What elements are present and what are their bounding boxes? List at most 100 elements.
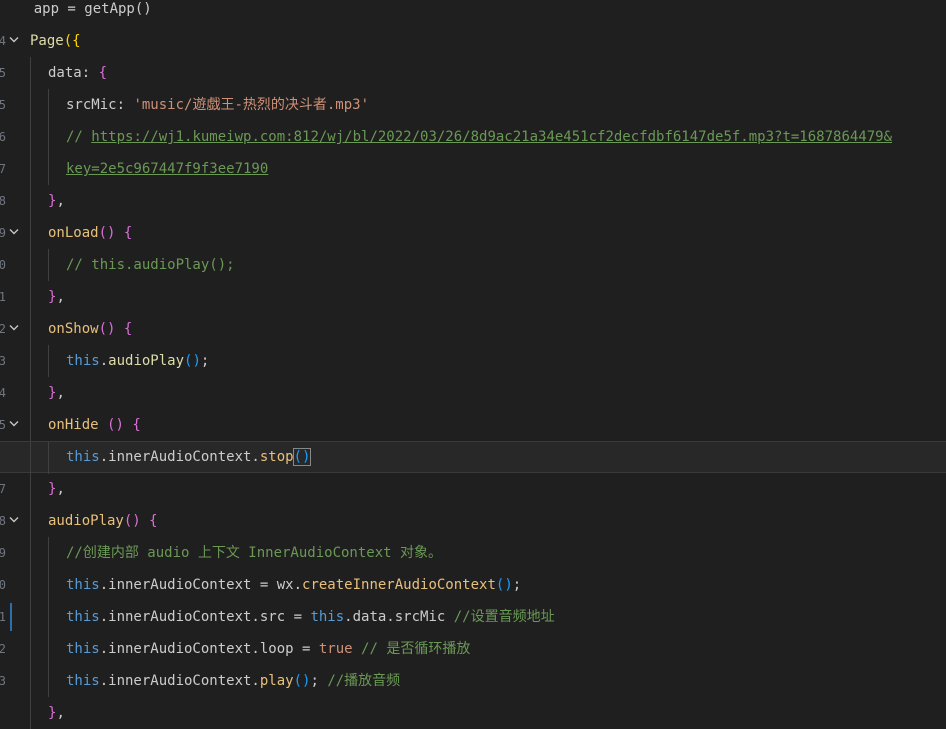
code-line-onload-body[interactable]: // this.audioPlay();: [0, 249, 946, 281]
code-token: ,: [56, 705, 65, 721]
code-token: {: [132, 417, 141, 433]
indent-guide: [48, 89, 49, 121]
indent-guide: [48, 537, 49, 569]
code-token: .: [99, 353, 109, 369]
code-text: onLoad() {: [48, 217, 132, 249]
code-line-page[interactable]: Page({: [0, 25, 946, 57]
code-token: onHide: [48, 417, 99, 433]
code-line-onload[interactable]: onLoad() {: [0, 217, 946, 249]
code-token: :: [116, 97, 134, 113]
code-token: (): [107, 417, 124, 433]
code-token: onShow: [48, 321, 99, 337]
code-line-onhide[interactable]: onHide () {: [0, 409, 946, 441]
code-token: //播放音频: [327, 673, 401, 689]
code-text: },: [48, 185, 65, 217]
code-token: createInnerAudioContext: [302, 577, 496, 593]
indent-guide: [30, 633, 31, 665]
code-line-comment[interactable]: //创建内部 audio 上下文 InnerAudioContext 对象。: [0, 537, 946, 569]
code-token: .innerAudioContext = wx.: [99, 577, 303, 593]
code-token: ;: [310, 673, 328, 689]
code-text: // https://wj1.kumeiwp.com:812/wj/bl/202…: [66, 121, 892, 153]
code-token: true: [318, 641, 353, 657]
code-line-data[interactable]: data: {: [0, 57, 946, 89]
code-text: // this.audioPlay();: [66, 249, 235, 281]
code-token: .innerAudioContext.: [99, 449, 260, 465]
code-token: this: [66, 641, 100, 657]
code-token: .innerAudioContext.src =: [99, 609, 311, 625]
code-token: this: [66, 609, 100, 625]
code-text: this.innerAudioContext.play(); //播放音频: [66, 665, 400, 697]
code-line-srcmic[interactable]: srcMic: 'music/遊戯王-热烈的决斗者.mp3': [0, 89, 946, 121]
indent-guide: [30, 442, 31, 474]
code-line-create[interactable]: this.innerAudioContext = wx.createInnerA…: [0, 569, 946, 601]
code-token: stop: [259, 449, 294, 465]
code-line-url1[interactable]: // https://wj1.kumeiwp.com:812/wj/bl/202…: [0, 121, 946, 153]
code-token: https://wj1.kumeiwp.com:812/wj/bl/2022/0…: [91, 129, 893, 145]
code-line-onshow-close[interactable]: },: [0, 377, 946, 409]
code-line-loop[interactable]: this.innerAudioContext.loop = true // 是否…: [0, 633, 946, 665]
code-token: {: [123, 321, 133, 337]
code-token: ({: [63, 33, 81, 49]
code-token: (): [495, 577, 513, 593]
code-token: onLoad: [48, 225, 99, 241]
code-token: .data.srcMic: [344, 609, 454, 625]
code-line-data-close[interactable]: },: [0, 185, 946, 217]
code-line-onhide-close[interactable]: },: [0, 473, 946, 505]
indent-guide: [48, 665, 49, 697]
indent-guide: [30, 697, 31, 729]
code-text: this.innerAudioContext.loop = true // 是否…: [66, 633, 470, 665]
indent-guide: [48, 121, 49, 153]
code-token: this: [310, 609, 345, 625]
indent-guide: [30, 249, 31, 281]
code-line-onshow[interactable]: onShow() {: [0, 313, 946, 345]
code-line-onshow-body[interactable]: this.audioPlay();: [0, 345, 946, 377]
code-token: //设置音频地址: [453, 609, 555, 625]
indent-guide: [48, 633, 49, 665]
code-line-src[interactable]: this.innerAudioContext.src = this.data.s…: [0, 601, 946, 633]
code-token: (): [123, 513, 141, 529]
code-text: key=2e5c967447f9f3ee7190: [66, 153, 268, 185]
code-token: (): [98, 321, 116, 337]
code-token: ,: [56, 193, 65, 209]
code-line-play[interactable]: this.innerAudioContext.play(); //播放音频: [0, 665, 946, 697]
code-token: //: [66, 129, 92, 145]
code-line-top[interactable]: app = getApp(): [0, 0, 946, 25]
indent-guide: [48, 345, 49, 377]
code-token: {: [123, 225, 133, 241]
code-text: this.innerAudioContext.stop(): [66, 442, 312, 472]
indent-guide: [48, 249, 49, 281]
code-text: this.audioPlay();: [66, 345, 209, 377]
code-line-onload-close[interactable]: },: [0, 281, 946, 313]
indent-guide: [30, 569, 31, 601]
code-token: this: [66, 449, 100, 465]
code-line-onhide-body[interactable]: this.innerAudioContext.stop(): [0, 441, 946, 474]
code-text: },: [48, 377, 65, 409]
code-token: // this.audioPlay();: [66, 257, 235, 273]
code-token: ,: [56, 289, 65, 305]
code-editor[interactable]: 455678901234567890123 app = getApp()Page…: [0, 0, 946, 729]
code-token: srcMic: [66, 97, 117, 113]
code-token: .innerAudioContext.loop =: [99, 641, 319, 657]
indent-guide: [30, 601, 31, 633]
indent-guide: [48, 569, 49, 601]
indent-guide: [30, 473, 31, 505]
indent-guide: [30, 217, 31, 249]
code-token: :: [81, 65, 99, 81]
indent-guide: [30, 377, 31, 409]
indent-guide: [48, 442, 49, 474]
indent-guide: [30, 153, 31, 185]
indent-guide: [30, 121, 31, 153]
code-text: },: [48, 473, 65, 505]
code-token: play: [259, 673, 294, 689]
code-text: app = getApp(): [0, 0, 152, 25]
code-line-audioplay-close[interactable]: },: [0, 697, 946, 729]
code-token: this: [66, 673, 100, 689]
code-line-audioplay[interactable]: audioPlay() {: [0, 505, 946, 537]
code-line-url2[interactable]: key=2e5c967447f9f3ee7190: [0, 153, 946, 185]
code-text: //创建内部 audio 上下文 InnerAudioContext 对象。: [66, 537, 442, 569]
code-text: },: [48, 697, 65, 729]
